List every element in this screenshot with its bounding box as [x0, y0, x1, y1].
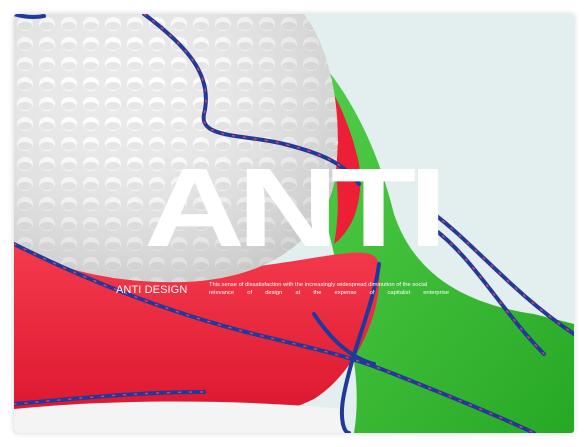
caption-word: design	[265, 290, 283, 297]
caption-word: at	[295, 290, 301, 297]
caption-line-1: This sense of dissatisfaction with the i…	[209, 282, 428, 288]
caption-body: This sense of dissatisfaction with the i…	[209, 281, 449, 298]
caption-line-2: relevance of design at the expense of ca…	[209, 289, 449, 297]
caption-word: expense	[334, 290, 357, 297]
white-plate	[14, 401, 344, 433]
caption-word: relevance	[209, 290, 235, 297]
headline-anti: ANTI	[144, 145, 440, 270]
caption-word: capitalist	[387, 290, 411, 297]
caption-word: enterprise	[423, 290, 449, 297]
hero-artwork-frame: ANTI ANTI DESIGN This sense of dissatisf…	[14, 14, 574, 433]
caption-word: of	[369, 290, 375, 297]
abstract-3d-illustration: ANTI	[14, 14, 574, 433]
caption-title: ANTI DESIGN	[116, 284, 188, 296]
caption-word: of	[247, 290, 253, 297]
caption-word: the	[313, 290, 322, 297]
tiny-floating-label: of	[334, 141, 339, 147]
